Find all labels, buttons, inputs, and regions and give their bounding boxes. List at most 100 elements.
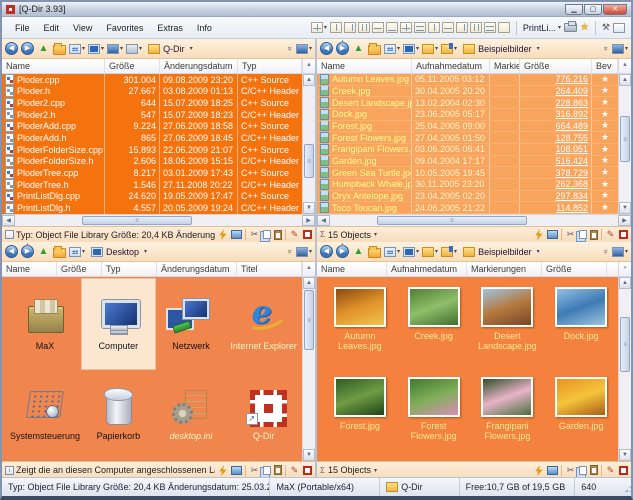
back-button[interactable]: ◀ bbox=[320, 245, 333, 258]
folder-button[interactable] bbox=[53, 45, 66, 55]
computer-dropdown[interactable]: ▾ bbox=[403, 44, 419, 54]
table-row[interactable]: Creek.jpg 30.04.2005 20:20 264.409 ★ bbox=[317, 86, 618, 98]
maximize-button[interactable]: ▢ bbox=[584, 4, 602, 15]
pane-layout-button[interactable] bbox=[358, 22, 370, 33]
cut-icon[interactable] bbox=[565, 465, 576, 476]
desktop-item[interactable]: MaX bbox=[8, 279, 82, 369]
network-dropdown[interactable]: ▾ bbox=[107, 44, 123, 54]
column-header[interactable]: Aufnahmedatum bbox=[387, 262, 467, 276]
rename-icon[interactable] bbox=[605, 465, 616, 476]
flash-icon[interactable] bbox=[533, 465, 544, 476]
view-mode-dropdown[interactable]: ▾ bbox=[384, 247, 400, 257]
scroll-right-arrow[interactable]: ▶ bbox=[302, 215, 315, 226]
table-row[interactable]: Oryx Antelope.jpg 23.04.2005 02:20 297.8… bbox=[317, 191, 618, 203]
goto-folder-icon[interactable] bbox=[231, 230, 242, 239]
table-row[interactable]: PloderTree.h 1.546 27.11.2008 20:22 C/C+… bbox=[2, 179, 302, 191]
address-bar[interactable]: Beispielbilder▾ bbox=[463, 247, 540, 257]
column-header[interactable]: Größe bbox=[520, 59, 592, 73]
column-header[interactable]: Name bbox=[2, 59, 105, 73]
table-row[interactable]: PloderAdd.cpp 9.224 27.06.2009 18:58 C++… bbox=[2, 121, 302, 133]
back-button[interactable]: ◀ bbox=[320, 42, 333, 55]
flash-icon[interactable] bbox=[533, 229, 544, 240]
column-header[interactable]: Markierungen bbox=[467, 262, 542, 276]
scroll-left-arrow[interactable]: ◀ bbox=[2, 215, 15, 226]
thumbnail-item[interactable]: Autumn Leaves.jpg bbox=[323, 281, 397, 371]
back-button[interactable]: ◀ bbox=[5, 245, 18, 258]
computer-dropdown[interactable]: ▾ bbox=[88, 44, 104, 54]
pane-layout-button[interactable] bbox=[344, 22, 356, 33]
table-row[interactable]: Ploder.h 27.667 03.08.2009 01:13 C/C++ H… bbox=[2, 86, 302, 98]
computer-dropdown[interactable]: ▾ bbox=[403, 247, 419, 257]
toolbar-overflow-icon[interactable]: » bbox=[601, 249, 610, 253]
up-button[interactable]: ▲ bbox=[37, 42, 50, 55]
scroll-thumb[interactable]: ≡ bbox=[377, 216, 527, 225]
scroll-thumb[interactable]: ≡ bbox=[620, 116, 630, 162]
column-header[interactable]: Größe bbox=[542, 262, 607, 276]
select-icon[interactable] bbox=[303, 230, 312, 239]
favorites-star-icon[interactable]: ★ bbox=[580, 23, 589, 33]
header-more-columns[interactable]: » bbox=[618, 262, 631, 276]
folder-button[interactable] bbox=[368, 45, 381, 55]
thumbnail-item[interactable]: Forest.jpg bbox=[323, 371, 397, 461]
table-row[interactable]: Desert Landscape.jpg 13.02.2004 02:30 22… bbox=[317, 97, 618, 109]
close-button[interactable]: ✕ bbox=[603, 4, 627, 15]
object-count-dropdown[interactable]: Σ15 Objects▾ bbox=[320, 230, 377, 240]
vertical-scrollbar[interactable]: ▲ ≡ ▼ bbox=[618, 277, 631, 461]
pane-layout-button[interactable] bbox=[498, 22, 510, 33]
scroll-up-arrow[interactable]: ▲ bbox=[619, 277, 631, 289]
view-mode-dropdown[interactable]: ▾ bbox=[69, 247, 85, 257]
column-header[interactable]: Aufnahmedatum bbox=[412, 59, 490, 73]
goto-folder-icon[interactable] bbox=[547, 230, 558, 239]
address-bar[interactable]: Desktop▾ bbox=[91, 247, 147, 257]
scroll-up-arrow[interactable]: ▲ bbox=[303, 74, 315, 86]
pane-layout-button[interactable] bbox=[456, 22, 468, 33]
tools-icon[interactable]: ⚒ bbox=[602, 22, 610, 33]
flash-icon[interactable] bbox=[217, 229, 228, 240]
thumbnail-item[interactable]: Garden.jpg bbox=[544, 371, 618, 461]
vertical-scrollbar[interactable]: ▲ ≡ ▼ bbox=[302, 277, 315, 461]
paste-icon[interactable] bbox=[590, 230, 598, 240]
header-corner[interactable]: ▲ bbox=[618, 59, 631, 73]
table-row[interactable]: PloderFolderSize.cpp 15.893 22.06.2009 2… bbox=[2, 144, 302, 156]
column-header[interactable]: Name bbox=[317, 262, 387, 276]
up-button[interactable]: ▲ bbox=[352, 42, 365, 55]
thumbnail-item[interactable]: Dock.jpg bbox=[544, 281, 618, 371]
table-row[interactable]: Forest.jpg 25.04.2005 09:00 664.489 ★ bbox=[317, 121, 618, 133]
up-button[interactable]: ▲ bbox=[37, 245, 50, 258]
scroll-thumb[interactable]: ≡ bbox=[304, 290, 314, 350]
cut-icon[interactable] bbox=[249, 229, 260, 240]
column-header[interactable]: Typ bbox=[102, 262, 157, 276]
table-row[interactable]: Green Sea Turtle.jpg 10.05.2005 19:45 37… bbox=[317, 167, 618, 179]
toolbar-overflow-icon[interactable]: » bbox=[285, 46, 294, 50]
menu-item[interactable]: Favorites bbox=[99, 21, 150, 35]
desktop-item[interactable]: Systemsteuerung bbox=[8, 369, 82, 459]
table-row[interactable]: Frangipani Flowers.jpg 03.06.2005 06:41 … bbox=[317, 144, 618, 156]
folder-button[interactable] bbox=[53, 248, 66, 258]
pane-select-dropdown[interactable]: ▾ bbox=[612, 247, 628, 257]
column-header[interactable]: Name bbox=[317, 59, 412, 73]
header-corner[interactable]: ▲ bbox=[302, 59, 315, 73]
pane-layout-button[interactable] bbox=[372, 22, 384, 33]
forward-button[interactable]: ▶ bbox=[21, 42, 34, 55]
table-row[interactable]: Dock.jpg 23.06.2005 05:17 316.892 ★ bbox=[317, 109, 618, 121]
address-bar[interactable]: Beispielbilder▾ bbox=[463, 44, 540, 54]
table-row[interactable]: PloderTree.cpp 8.217 03.01.2009 17:43 C+… bbox=[2, 167, 302, 179]
paste-icon[interactable] bbox=[590, 465, 598, 475]
column-header[interactable]: Änderungsdatum bbox=[157, 262, 237, 276]
thumbnail-item[interactable]: Creek.jpg bbox=[397, 281, 471, 371]
pinned-folders-dropdown[interactable]: ▾ bbox=[441, 247, 457, 257]
goto-folder-icon[interactable] bbox=[231, 466, 242, 475]
thumbnail-item[interactable]: Desert Landscape.jpg bbox=[471, 281, 545, 371]
select-icon[interactable] bbox=[303, 466, 312, 475]
thumbnail-item[interactable]: Forest Flowers.jpg bbox=[397, 371, 471, 461]
scroll-left-arrow[interactable]: ◀ bbox=[317, 215, 330, 226]
table-row[interactable]: PrintListDlg.cpp 24.620 19.05.2009 17:47… bbox=[2, 191, 302, 203]
desktop-item[interactable]: desktop.ini bbox=[155, 369, 228, 459]
pinned-folders-dropdown[interactable]: ▾ bbox=[441, 44, 457, 54]
select-icon[interactable] bbox=[619, 466, 628, 475]
scroll-down-arrow[interactable]: ▼ bbox=[619, 449, 631, 461]
column-header[interactable]: Änderungsdatum bbox=[160, 59, 238, 73]
table-row[interactable]: Garden.jpg 09.04.2004 17:17 516.424 ★ bbox=[317, 156, 618, 168]
table-row[interactable]: Forest Flowers.jpg 27.04.2005 01:50 128.… bbox=[317, 132, 618, 144]
view-mode-dropdown[interactable]: ▾ bbox=[384, 44, 400, 54]
